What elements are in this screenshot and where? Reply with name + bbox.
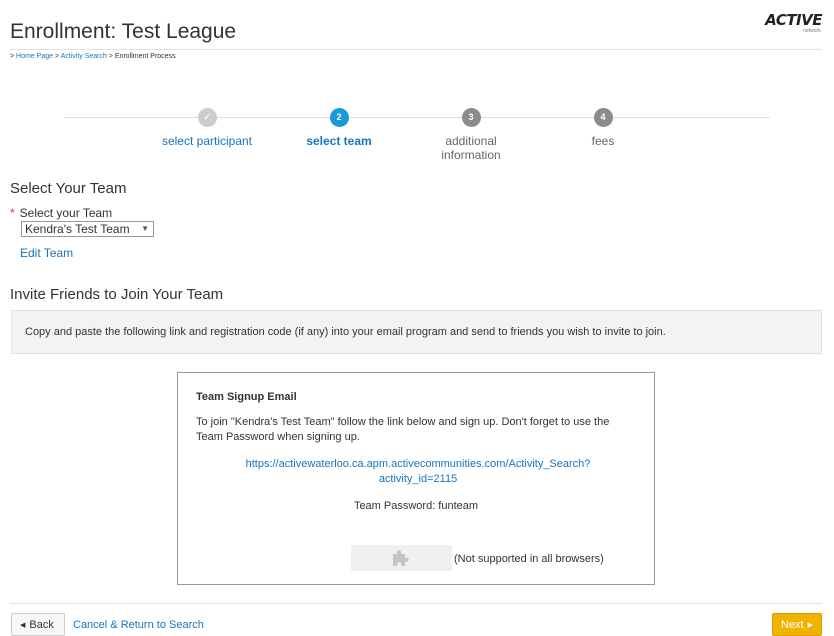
step-number: 3 bbox=[461, 108, 481, 127]
next-button[interactable]: Next ▶ bbox=[772, 613, 822, 636]
progress-stepper: ✓ select participant 2 select team 3 add… bbox=[64, 108, 770, 168]
step-number: 2 bbox=[329, 108, 349, 127]
select-team-heading: Select Your Team bbox=[10, 180, 127, 197]
team-signup-link[interactable]: https://activewaterloo.ca.apm.activecomm… bbox=[218, 457, 618, 487]
step-additional-information: 3 additional information bbox=[431, 108, 511, 162]
edit-team-link[interactable]: Edit Team bbox=[20, 246, 73, 260]
cancel-return-link[interactable]: Cancel & Return to Search bbox=[73, 619, 204, 631]
plugin-note: (Not supported in all browsers) bbox=[454, 553, 604, 565]
next-label: Next bbox=[781, 619, 804, 631]
email-body: To join "Kendra's Test Team" follow the … bbox=[196, 416, 610, 443]
team-signup-email-box: Team Signup Email To join "Kendra's Test… bbox=[177, 372, 655, 585]
back-arrow-icon: ◀ bbox=[20, 622, 26, 629]
page-header: Enrollment: Test League ACTIVE network. bbox=[10, 13, 822, 50]
step-select-participant[interactable]: ✓ select participant bbox=[147, 108, 267, 148]
step-label: select participant bbox=[161, 134, 253, 148]
breadcrumb-activity-search-link[interactable]: Activity Search bbox=[61, 53, 107, 60]
logo-wordmark: ACTIVE bbox=[765, 11, 822, 29]
next-arrow-icon: ▶ bbox=[807, 622, 814, 629]
team-password: Team Password: funteam bbox=[353, 500, 479, 512]
breadcrumb-home-link[interactable]: Home Page bbox=[16, 53, 53, 60]
team-select-value: Kendra's Test Team bbox=[25, 222, 130, 236]
required-marker: * bbox=[10, 206, 15, 220]
step-fees: 4 fees bbox=[543, 108, 663, 148]
breadcrumb: > Home Page > Activity Search > Enrollme… bbox=[10, 53, 176, 60]
plugin-placeholder[interactable] bbox=[351, 545, 452, 571]
step-label: additional information bbox=[441, 134, 501, 162]
back-label: Back bbox=[29, 619, 54, 631]
step-number: 4 bbox=[593, 108, 613, 127]
step-label: fees bbox=[591, 134, 615, 148]
breadcrumb-current: Enrollment Process bbox=[114, 53, 176, 60]
step-select-team: 2 select team bbox=[279, 108, 399, 148]
breadcrumb-separator: > bbox=[106, 53, 115, 60]
breadcrumb-separator: > bbox=[53, 53, 61, 60]
page-title: Enrollment: Test League bbox=[10, 20, 237, 43]
chevron-down-icon: ▼ bbox=[141, 224, 149, 233]
email-title: Team Signup Email bbox=[196, 391, 297, 403]
team-field-label: * Select your Team bbox=[10, 206, 112, 220]
footer-nav: ◀ Back Cancel & Return to Search Next ▶ bbox=[10, 603, 822, 636]
invite-instructions: Copy and paste the following link and re… bbox=[11, 310, 822, 354]
active-network-logo: ACTIVE network. bbox=[765, 11, 822, 35]
team-field-label-text: Select your Team bbox=[19, 206, 113, 220]
back-button[interactable]: ◀ Back bbox=[11, 613, 65, 636]
step-label: select team bbox=[306, 134, 372, 148]
checkmark-icon: ✓ bbox=[197, 108, 217, 127]
invite-friends-heading: Invite Friends to Join Your Team bbox=[10, 286, 224, 303]
team-select[interactable]: Kendra's Test Team ▼ bbox=[21, 221, 154, 237]
puzzle-piece-icon bbox=[393, 550, 409, 566]
